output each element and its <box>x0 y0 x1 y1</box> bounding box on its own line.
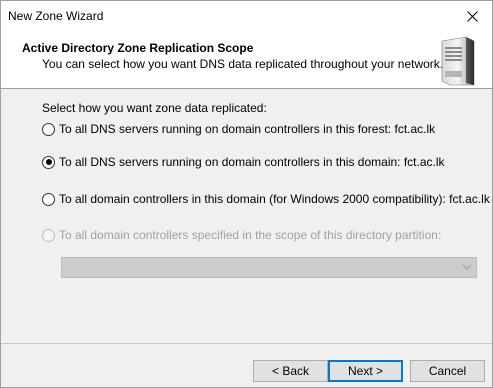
option-forest-label: To all DNS servers running on domain con… <box>59 122 436 136</box>
radio-partition <box>42 228 55 242</box>
wizard-body: Select how you want zone data replicated… <box>1 90 492 343</box>
window-title: New Zone Wizard <box>8 9 104 23</box>
option-forest[interactable]: To all DNS servers running on domain con… <box>42 121 435 137</box>
next-button[interactable]: Next > <box>328 360 403 382</box>
option-partition: To all domain controllers specified in t… <box>42 227 441 243</box>
option-domain[interactable]: To all DNS servers running on domain con… <box>42 154 445 170</box>
close-icon <box>466 10 478 22</box>
option-partition-label: To all domain controllers specified in t… <box>59 228 442 242</box>
chevron-down-icon <box>462 264 472 270</box>
footer-divider <box>1 343 492 344</box>
partition-dropdown <box>61 257 477 278</box>
wizard-window: New Zone Wizard Active Directory Zone Re… <box>0 0 493 388</box>
radio-domain[interactable] <box>42 155 55 169</box>
page-title: Active Directory Zone Replication Scope <box>22 41 254 55</box>
title-bar: New Zone Wizard <box>1 1 492 31</box>
radio-win2000[interactable] <box>42 192 55 206</box>
option-domain-label: To all DNS servers running on domain con… <box>59 155 445 169</box>
radio-forest[interactable] <box>42 122 55 136</box>
server-icon <box>441 36 475 86</box>
wizard-header: Active Directory Zone Replication Scope … <box>1 31 492 89</box>
cancel-button[interactable]: Cancel <box>410 360 485 382</box>
option-win2000-label: To all domain controllers in this domain… <box>59 192 490 206</box>
close-button[interactable] <box>452 1 492 31</box>
replication-prompt: Select how you want zone data replicated… <box>42 101 267 115</box>
page-subtitle: You can select how you want DNS data rep… <box>42 57 444 71</box>
back-button[interactable]: < Back <box>253 360 328 382</box>
option-win2000[interactable]: To all domain controllers in this domain… <box>42 191 490 207</box>
